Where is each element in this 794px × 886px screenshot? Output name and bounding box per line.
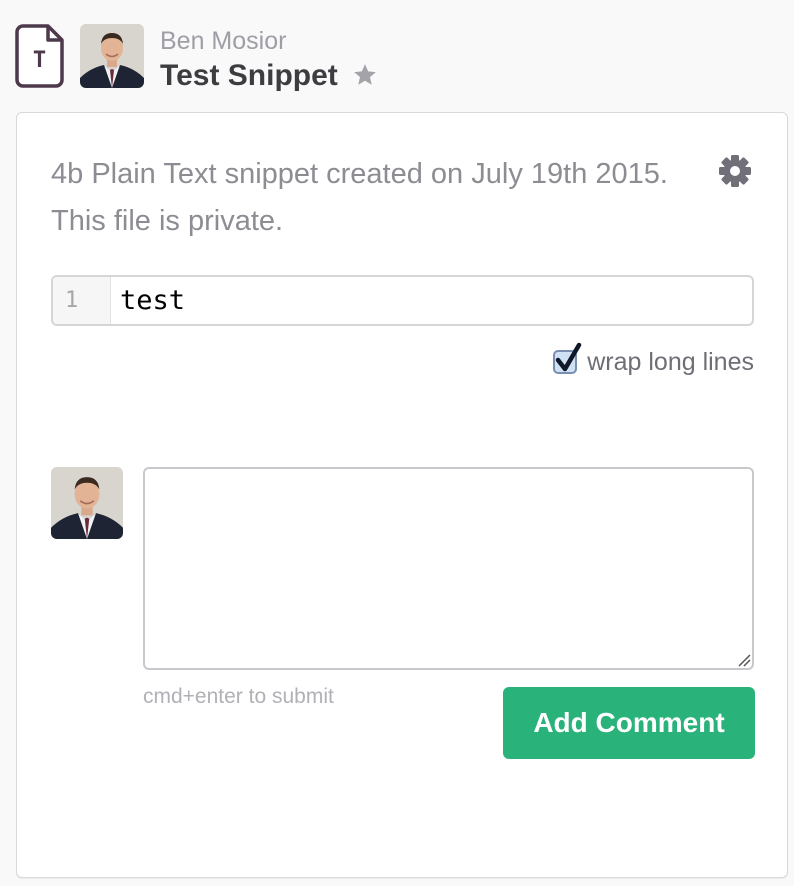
filetype-letter: T <box>33 48 46 73</box>
checkmark-icon <box>555 342 582 372</box>
submit-hint: cmd+enter to submit <box>143 685 334 708</box>
commenter-avatar <box>51 467 123 539</box>
star-icon[interactable] <box>352 62 378 88</box>
comment-textarea[interactable] <box>143 467 754 670</box>
wrap-checkbox[interactable] <box>553 342 582 374</box>
author-avatar[interactable] <box>80 24 144 88</box>
snippet-card: 4b Plain Text snippet created on July 19… <box>16 112 788 878</box>
text-file-icon: T <box>15 24 64 88</box>
snippet-code: 1 test <box>51 275 754 326</box>
code-line: test <box>120 285 186 316</box>
add-comment-button[interactable]: Add Comment <box>503 687 755 759</box>
wrap-label: wrap long lines <box>587 347 754 376</box>
gear-icon[interactable] <box>717 153 753 189</box>
snippet-meta: 4b Plain Text snippet created on July 19… <box>51 158 668 237</box>
line-number: 1 <box>53 277 111 324</box>
author-name[interactable]: Ben Mosior <box>160 26 286 56</box>
snippet-title: Test Snippet <box>160 59 338 92</box>
wrap-long-lines-toggle[interactable]: wrap long lines <box>553 342 754 377</box>
